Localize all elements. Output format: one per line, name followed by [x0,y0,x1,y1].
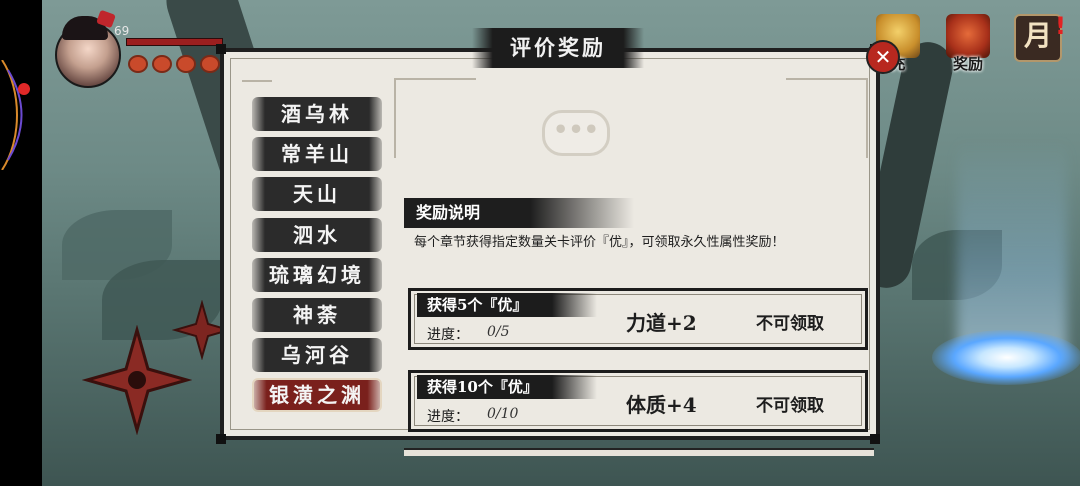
frame-ornament [242,80,272,90]
portal-light-beam [957,140,1067,360]
corner-ornament [394,78,476,158]
chapter-tab-jiuwulin[interactable]: 酒乌林 [252,97,382,131]
dialog-corner [216,434,226,444]
rewards-button[interactable]: 奖励 [940,14,996,74]
chapter-list: 酒乌林 常羊山 天山 泗水 琉璃幻境 神荼 乌河谷 银潢之渊 [252,97,382,419]
chapter-tab-liulihuanjing[interactable]: 琉璃幻境 [252,257,382,292]
chapter-tab-yinhuangzhiyuan[interactable]: 银潢之渊 [252,378,382,413]
dialog-title: 评价奖励 [472,28,644,68]
player-level: 69 [114,24,130,38]
progress-label: 进度： [427,327,469,343]
reward-bonus: 体质+4 [626,393,697,417]
reward-condition: 获得10个『优』 [417,375,597,399]
claim-status-button[interactable]: 不可领取 [756,391,824,416]
progress-label: 进度： [427,409,469,425]
chapter-tab-sishui[interactable]: 泗水 [252,217,382,252]
corner-ornament [786,78,868,158]
claim-status-button[interactable]: 不可领取 [756,309,824,334]
chapter-tab-changyangshan[interactable]: 常羊山 [252,137,382,172]
portal-icon [932,330,1080,385]
edge-arc-decoration [1,60,23,170]
progress-value: 0/5 [487,324,510,340]
dialog-corner [216,44,226,54]
reward-condition: 获得5个『优』 [417,293,597,317]
rewards-label: 奖励 [952,55,983,73]
reward-row: 获得5个『优』 进度： 0/5 力道+2 不可领取 [408,288,868,350]
health-bar [126,38,223,46]
chapter-tab-tianshan[interactable]: 天山 [252,177,382,212]
reward-row: 获得10个『优』 进度： 0/10 体质+4 不可领取 [408,370,868,432]
reward-pouch-icon [946,14,990,58]
next-reward-row-edge [404,448,874,456]
close-button[interactable]: ✕ [866,40,900,74]
buff-icon[interactable] [200,55,220,73]
buff-icon[interactable] [176,55,196,73]
progress-value: 0/10 [487,406,519,422]
top-menu: 充 奖励 月 ! [870,12,1066,74]
dialog-corner [870,434,880,444]
chat-bubble-icon: ••• [542,110,610,156]
reward-info-text: 每个章节获得指定数量关卡评价『优』，可领取永久性属性奖励！ [414,235,785,250]
record-indicator-icon [18,83,30,95]
close-icon: ✕ [874,45,892,69]
chapter-tab-shentu[interactable]: 神荼 [252,297,382,332]
reward-info-title: 奖励说明 [404,198,634,228]
chapter-tab-wuhegu[interactable]: 乌河谷 [252,338,382,373]
buff-icon[interactable] [152,55,172,73]
buff-row [128,55,220,73]
buff-icon[interactable] [128,55,148,73]
device-edge [0,0,42,486]
notification-badge: ! [1055,12,1066,40]
monthly-card-button[interactable]: 月 ! [1010,12,1066,74]
reward-bonus: 力道+2 [626,311,697,335]
